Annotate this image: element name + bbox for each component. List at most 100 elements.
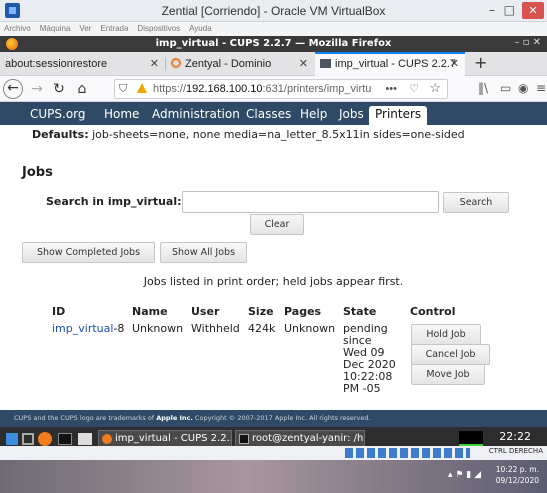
taskbar-app-label: imp_virtual - CUPS 2.2.... <box>115 433 232 444</box>
move-job-button[interactable]: Move Job <box>411 364 485 385</box>
column-header-pages: Pages <box>284 305 322 318</box>
jobs-heading: Jobs <box>22 165 53 180</box>
cups-favicon-icon <box>320 59 331 68</box>
menu-dispositivos[interactable]: Dispositivos <box>137 22 180 36</box>
printer-defaults: Defaults: job-sheets=none, none media=na… <box>32 128 465 141</box>
nav-classes[interactable]: Classes <box>246 106 291 122</box>
menu-ayuda[interactable]: Ayuda <box>189 22 212 36</box>
forward-icon[interactable]: → <box>28 79 46 99</box>
footer-copyright: Copyright © 2007-2017 Apple Inc. All rig… <box>192 414 371 422</box>
tab-close-icon[interactable]: ✕ <box>150 52 159 76</box>
files-launcher-icon[interactable] <box>78 433 92 445</box>
nav-home[interactable]: Home <box>104 106 139 122</box>
column-header-user: User <box>191 305 220 318</box>
extension-icon[interactable]: ◉ <box>518 81 528 95</box>
zentyal-favicon-icon <box>171 58 181 68</box>
defaults-value: job-sheets=none, none media=na_letter_8.… <box>92 128 465 141</box>
tab-cups[interactable]: imp_virtual - CUPS 2.2.7 ✕ <box>315 52 465 76</box>
firefox-launcher-icon[interactable] <box>38 432 52 446</box>
search-input[interactable] <box>182 191 439 213</box>
firefox-icon <box>102 434 112 444</box>
tracking-shield-icon[interactable]: ⛉ <box>119 80 127 98</box>
maximize-icon[interactable]: □ <box>504 3 515 17</box>
clear-button[interactable]: Clear <box>250 214 304 235</box>
tab-bar: about:sessionrestore ✕ Zentyal - Dominio… <box>0 52 547 76</box>
nav-administration[interactable]: Administration <box>152 106 240 122</box>
tab-close-icon[interactable]: ✕ <box>299 52 308 76</box>
tab-sessionrestore[interactable]: about:sessionrestore ✕ <box>0 52 165 76</box>
jobs-info-text: Jobs listed in print order; held jobs ap… <box>143 275 404 288</box>
virtualbox-menubar: Archivo Máquina Ver Entrada Dispositivos Ayud… <box>0 22 547 36</box>
column-header-name: Name <box>132 305 168 318</box>
menu-archivo[interactable]: Archivo <box>4 22 31 36</box>
virtualbox-window-title: Zential [Corriendo] - Oracle VM VirtualB… <box>161 4 386 18</box>
nav-jobs[interactable]: Jobs <box>339 106 364 122</box>
url-bar[interactable]: ⛉ https://192.168.100.10:631/printers/im… <box>114 79 448 99</box>
nav-help[interactable]: Help <box>300 106 327 122</box>
job-state: pending since Wed 09 Dec 2020 10:22:08 P… <box>343 322 396 395</box>
terminal-icon <box>239 434 249 444</box>
back-icon[interactable]: ← <box>3 79 23 99</box>
firefox-titlebar: imp_virtual - CUPS 2.2.7 — Mozilla Firef… <box>0 36 547 52</box>
column-header-control: Control <box>410 305 456 318</box>
bookmark-star-icon[interactable]: ☆ <box>429 80 441 97</box>
pocket-icon[interactable]: ♡ <box>409 80 419 98</box>
terminal-launcher-icon[interactable] <box>58 433 72 445</box>
job-size: 424k <box>248 322 276 335</box>
show-desktop-icon[interactable] <box>22 433 34 445</box>
menu-icon[interactable]: ≡ <box>536 81 546 95</box>
search-label: Search in imp_virtual: <box>46 195 182 208</box>
sidebar-icon[interactable]: ▭ <box>500 81 511 95</box>
defaults-label: Defaults: <box>32 128 89 141</box>
tab-label: about:sessionrestore <box>5 58 108 70</box>
minimize-icon[interactable]: – <box>489 3 495 17</box>
firefox-window-title: imp_virtual - CUPS 2.2.7 — Mozilla Firef… <box>155 38 392 49</box>
url-text: https://192.168.100.10:631/printers/imp_… <box>153 83 372 95</box>
tab-zentyal[interactable]: Zentyal - Dominio ✕ <box>166 52 314 76</box>
cancel-job-button[interactable]: Cancel Job <box>411 344 490 365</box>
search-button[interactable]: Search <box>443 192 509 213</box>
column-header-size: Size <box>248 305 274 318</box>
host-date: 09/12/2020 <box>495 476 539 485</box>
job-id: imp_virtual-8 <box>52 323 124 335</box>
reload-icon[interactable]: ↻ <box>50 79 68 99</box>
insecure-lock-warning-icon[interactable] <box>137 83 147 93</box>
tab-label: Zentyal - Dominio <box>185 58 272 70</box>
menu-maquina[interactable]: Máquina <box>40 22 71 36</box>
navigation-toolbar: ← → ↻ ⌂ ⛉ https://192.168.100.10:631/pri… <box>0 76 547 102</box>
cups-footer: CUPS and the CUPS logo are trademarks of… <box>0 410 547 427</box>
show-all-jobs-button[interactable]: Show All Jobs <box>160 242 247 263</box>
library-icon[interactable]: ‖\ <box>478 81 488 95</box>
start-menu-icon[interactable] <box>6 433 18 445</box>
footer-text: CUPS and the CUPS logo are trademarks of <box>14 414 157 422</box>
nav-cups-org[interactable]: CUPS.org <box>30 106 86 122</box>
hold-job-button[interactable]: Hold Job <box>411 324 481 345</box>
host-taskbar: ▴ ⚑ ▮ ◢ 10:22 p. m. 09/12/2020 <box>0 460 547 493</box>
cpu-monitor <box>459 431 483 447</box>
footer-apple-link[interactable]: Apple Inc. <box>156 414 193 422</box>
job-printer-link[interactable]: imp_virtual <box>52 322 113 335</box>
device-status-icons[interactable] <box>345 448 470 458</box>
column-header-id: ID <box>52 305 66 318</box>
job-user: Withheld <box>191 322 240 335</box>
window-controls-icon[interactable]: – ▫ ✕ <box>514 37 541 48</box>
page-actions-icon[interactable]: ••• <box>385 80 397 98</box>
menu-ver[interactable]: Ver <box>79 22 91 36</box>
new-tab-icon[interactable]: + <box>474 52 487 74</box>
show-completed-jobs-button[interactable]: Show Completed Jobs <box>22 242 155 263</box>
job-name: Unknown <box>132 322 184 335</box>
host-clock[interactable]: 10:22 p. m. 09/12/2020 <box>496 464 539 486</box>
column-header-state: State <box>343 305 377 318</box>
tab-label: imp_virtual - CUPS 2.2.7 <box>335 58 457 70</box>
tab-close-icon[interactable]: ✕ <box>450 54 459 75</box>
home-icon[interactable]: ⌂ <box>73 79 91 99</box>
taskbar-app-label: root@zentyal-yanir: /ho... <box>252 433 364 444</box>
job-id-suffix: -8 <box>113 322 125 335</box>
nav-printers[interactable]: Printers <box>369 106 428 125</box>
menu-entrada[interactable]: Entrada <box>100 22 128 36</box>
job-pages: Unknown <box>284 322 336 335</box>
close-icon[interactable]: ✕ <box>522 2 544 19</box>
guest-clock[interactable]: 22:22 <box>499 430 531 443</box>
host-tray-icons[interactable]: ▴ ⚑ ▮ ◢ <box>448 470 481 480</box>
host-key-label: CTRL DERECHA <box>488 447 543 455</box>
